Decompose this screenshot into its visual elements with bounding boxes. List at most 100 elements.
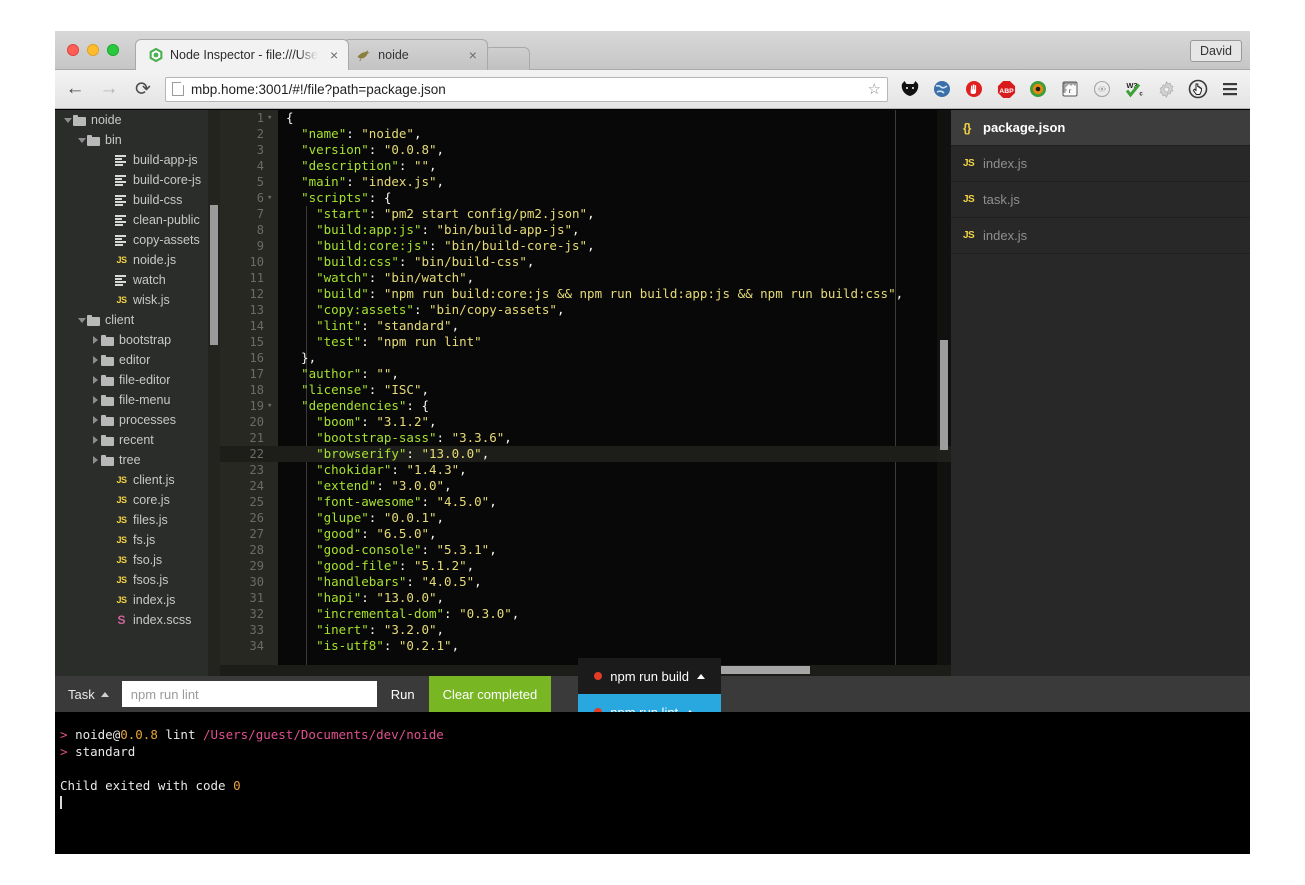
editor-code-line[interactable]: 6 ▾ "scripts": { [220,190,951,206]
editor-code-line[interactable]: 10 "build:css": "bin/build-css", [220,254,951,270]
caret-right-icon[interactable] [91,376,100,384]
caret-up-icon[interactable] [697,673,706,679]
clear-completed-button[interactable]: Clear completed [428,676,552,712]
code-fold-toggle-icon[interactable]: ▾ [267,110,272,126]
editor-code-line[interactable]: 20 "boom": "3.1.2", [220,414,951,430]
editor-code-line[interactable]: 13 "copy:assets": "bin/copy-assets", [220,302,951,318]
editor-code-line[interactable]: 33 "inert": "3.2.0", [220,622,951,638]
caret-right-icon[interactable] [91,436,100,444]
avocode-icon[interactable] [1022,74,1054,104]
editor-code-line[interactable]: 30 "handlebars": "4.0.5", [220,574,951,590]
file-tree-item-processes[interactable]: processes [55,410,220,430]
editor-code-line[interactable]: 26 "glupe": "0.0.1", [220,510,951,526]
gear-icon[interactable] [1150,74,1182,104]
editor-code-line[interactable]: 25 "font-awesome": "4.5.0", [220,494,951,510]
file-tree-scrollbar-thumb[interactable] [210,205,218,345]
ruler-icon[interactable]: r [1054,74,1086,104]
editor-code-line[interactable]: 4 "description": "", [220,158,951,174]
back-button[interactable]: ← [61,75,89,103]
terminal-output[interactable]: > noide@0.0.8 lint /Users/guest/Document… [55,712,1250,854]
browser-tab-node-inspector[interactable]: Node Inspector - file:///Use × [135,39,350,70]
process-tab[interactable]: npm run build [578,658,722,694]
editor-code-line[interactable]: 18 "license": "ISC", [220,382,951,398]
minimize-window-button[interactable] [87,44,99,56]
file-tree-item-fso-js[interactable]: JS fso.js [55,550,220,570]
editor-code-line[interactable]: 5 "main": "index.js", [220,174,951,190]
editor-code-line[interactable]: 32 "incremental-dom": "0.3.0", [220,606,951,622]
close-window-button[interactable] [67,44,79,56]
catblock-icon[interactable] [894,74,926,104]
editor-code-line[interactable]: 19 ▾ "dependencies": { [220,398,951,414]
code-fold-toggle-icon[interactable]: ▾ [267,190,272,206]
editor-code-line[interactable]: 28 "good-console": "5.3.1", [220,542,951,558]
file-tree-item-build-css[interactable]: build-css [55,190,220,210]
editor-code-line[interactable]: 21 "bootstrap-sass": "3.3.6", [220,430,951,446]
file-tree-item-index-scss[interactable]: Sindex.scss [55,610,220,630]
forward-button[interactable]: → [95,75,123,103]
caret-right-icon[interactable] [91,336,100,344]
reload-button[interactable]: ⟳ [129,75,157,103]
file-tree-item-file-menu[interactable]: file-menu [55,390,220,410]
address-bar[interactable]: mbp.home:3001/#!/file?path=package.json … [165,76,888,102]
file-tree-item-noide-js[interactable]: JS noide.js [55,250,220,270]
open-file-item[interactable]: JS index.js [951,146,1250,182]
editor-code-line[interactable]: 14 "lint": "standard", [220,318,951,334]
file-tree-item-clean-public[interactable]: clean-public [55,210,220,230]
file-tree-item-core-js[interactable]: JS core.js [55,490,220,510]
editor-code-line[interactable]: 17 "author": "", [220,366,951,382]
file-tree-item-index-js[interactable]: JS index.js [55,590,220,610]
open-file-item[interactable]: JS index.js [951,218,1250,254]
file-tree-scrollbar[interactable] [208,110,220,676]
file-tree-item-client[interactable]: client [55,310,220,330]
editor-code-line[interactable]: 34 "is-utf8": "0.2.1", [220,638,951,654]
file-tree-item-wisk-js[interactable]: JS wisk.js [55,290,220,310]
zoom-window-button[interactable] [107,44,119,56]
code-fold-toggle-icon[interactable]: ▾ [267,398,272,414]
file-tree-item-bin[interactable]: bin [55,130,220,150]
editor-code-line[interactable]: 15 "test": "npm run lint" [220,334,951,350]
editor-code-line[interactable]: 12 "build": "npm run build:core:js && np… [220,286,951,302]
editor-code-line[interactable]: 2 "name": "noide", [220,126,951,142]
file-tree-item-build-app-js[interactable]: build-app-js [55,150,220,170]
editor-code-line[interactable]: 24 "extend": "3.0.0", [220,478,951,494]
editor-vertical-scrollbar-thumb[interactable] [940,340,948,450]
editor-code-line[interactable]: 8 "build:app:js": "bin/build-app-js", [220,222,951,238]
task-command-input[interactable] [121,681,377,707]
editor-code-line[interactable]: 16 }, [220,350,951,366]
file-tree-item-fs-js[interactable]: JS fs.js [55,530,220,550]
editor-code-line[interactable]: 3 "version": "0.0.8", [220,142,951,158]
file-tree-item-editor[interactable]: editor [55,350,220,370]
browser-menu-button[interactable] [1214,74,1246,104]
editor-code-line[interactable]: 31 "hapi": "13.0.0", [220,590,951,606]
file-tree-item-recent[interactable]: recent [55,430,220,450]
editor-code-line[interactable]: 29 "good-file": "5.1.2", [220,558,951,574]
open-file-item[interactable]: JS task.js [951,182,1250,218]
file-tree-item-files-js[interactable]: JS files.js [55,510,220,530]
task-menu-button[interactable]: Task [55,676,122,712]
adblock-plus-icon[interactable]: ABP [990,74,1022,104]
bookmark-star-icon[interactable]: ☆ [868,80,881,98]
file-tree-item-bootstrap[interactable]: bootstrap [55,330,220,350]
file-tree-item-noide[interactable]: noide [55,110,220,130]
editor-code-line[interactable]: 1 ▾ { [220,110,951,126]
editor-code-line[interactable]: 7 "start": "pm2 start config/pm2.json", [220,206,951,222]
editor-code-line[interactable]: 22 "browserify": "13.0.0", [220,446,951,462]
user-profile-chip[interactable]: David [1190,40,1242,62]
caret-right-icon[interactable] [91,396,100,404]
editor-code-line[interactable]: 11 "watch": "bin/watch", [220,270,951,286]
browser-tab-noide[interactable]: noide × [343,39,488,70]
globe-icon[interactable] [926,74,958,104]
code-editor[interactable]: 1 ▾{2 "name": "noide", 3 "version": "0.0.8… [220,110,951,676]
file-tree-sidebar[interactable]: noide bin build-app-js build-core-js build-c… [55,110,220,676]
file-tree-item-fsos-js[interactable]: JS fsos.js [55,570,220,590]
caret-right-icon[interactable] [91,456,100,464]
run-task-button[interactable]: Run [376,676,429,712]
file-tree-item-copy-assets[interactable]: copy-assets [55,230,220,250]
open-file-item[interactable]: {} package.json [951,110,1250,146]
file-tree-item-watch[interactable]: watch [55,270,220,290]
click-pointer-icon[interactable] [1182,74,1214,104]
caret-down-icon[interactable] [77,137,86,143]
file-tree-item-build-core-js[interactable]: build-core-js [55,170,220,190]
dotted-circle-icon[interactable] [1086,74,1118,104]
file-tree-item-tree[interactable]: tree [55,450,220,470]
